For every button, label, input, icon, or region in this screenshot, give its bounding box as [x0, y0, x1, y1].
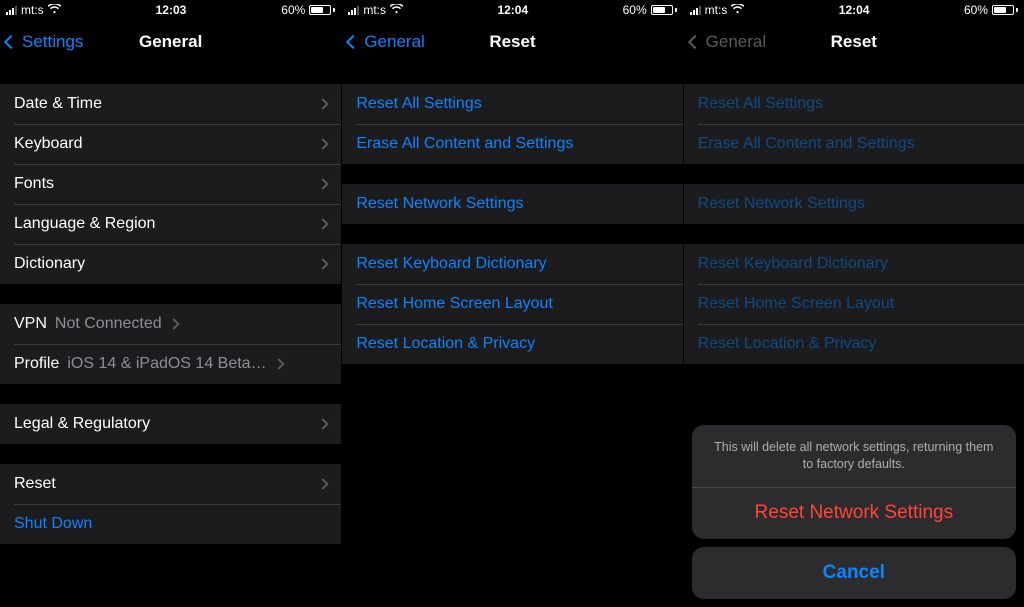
carrier-label: mt:s [705, 3, 728, 17]
chevron-right-icon [318, 478, 329, 489]
row-legal-regulatory[interactable]: Legal & Regulatory [0, 404, 341, 444]
battery-pct-label: 60% [281, 3, 305, 17]
group-general-1: Date & Time Keyboard Fonts Language & Re… [0, 84, 341, 284]
battery-pct-label: 60% [964, 3, 988, 17]
carrier-label: mt:s [21, 3, 44, 17]
group-reset-1: Reset All Settings Erase All Content and… [684, 84, 1024, 164]
vpn-value: Not Connected [55, 315, 162, 333]
chevron-right-icon [274, 358, 285, 369]
back-label: General [364, 32, 424, 52]
chevron-right-icon [318, 178, 329, 189]
row-date-time[interactable]: Date & Time [0, 84, 341, 124]
row-reset-location-privacy[interactable]: Reset Location & Privacy [342, 324, 682, 364]
row-reset-all-settings: Reset All Settings [684, 84, 1024, 124]
battery-icon [651, 5, 677, 15]
row-fonts[interactable]: Fonts [0, 164, 341, 204]
profile-value: iOS 14 & iPadOS 14 Beta Softwar... [67, 355, 267, 373]
row-reset-network[interactable]: Reset Network Settings [342, 184, 682, 224]
row-profile[interactable]: Profile iOS 14 & iPadOS 14 Beta Softwar.… [0, 344, 341, 384]
row-vpn[interactable]: VPN Not Connected [0, 304, 341, 344]
content: Reset All Settings Erase All Content and… [342, 64, 682, 607]
carrier-label: mt:s [363, 3, 386, 17]
chevron-left-icon [4, 35, 18, 49]
row-reset-keyboard-dictionary: Reset Keyboard Dictionary [684, 244, 1024, 284]
page-title: Reset [489, 32, 535, 52]
chevron-left-icon [346, 35, 360, 49]
row-erase-all-content: Erase All Content and Settings [684, 124, 1024, 164]
clock-label: 12:04 [497, 3, 528, 17]
signal-bars-icon [6, 5, 17, 15]
wifi-icon [48, 4, 61, 17]
nav-bar: General Reset [342, 20, 682, 64]
status-bar: mt:s 12:03 60% [0, 0, 341, 20]
back-label: General [706, 32, 766, 52]
row-reset-all-settings[interactable]: Reset All Settings [342, 84, 682, 124]
back-button[interactable]: Settings [6, 20, 83, 64]
nav-bar: Settings General [0, 20, 341, 64]
reset-network-confirm-button[interactable]: Reset Network Settings [692, 487, 1016, 539]
clock-label: 12:03 [156, 3, 187, 17]
content: Date & Time Keyboard Fonts Language & Re… [0, 64, 341, 607]
group-general-3: Legal & Regulatory [0, 404, 341, 444]
group-reset-3: Reset Keyboard Dictionary Reset Home Scr… [342, 244, 682, 364]
back-label: Settings [22, 32, 83, 52]
row-reset[interactable]: Reset [0, 464, 341, 504]
battery-icon [992, 5, 1018, 15]
row-reset-location-privacy: Reset Location & Privacy [684, 324, 1024, 364]
signal-bars-icon [690, 5, 701, 15]
page-title: General [139, 32, 202, 52]
screen-reset: mt:s 12:04 60% General Reset Reset All S… [341, 0, 682, 607]
row-reset-home-layout[interactable]: Reset Home Screen Layout [342, 284, 682, 324]
cancel-button[interactable]: Cancel [692, 547, 1016, 599]
row-shutdown[interactable]: Shut Down [0, 504, 341, 544]
chevron-right-icon [318, 418, 329, 429]
status-bar: mt:s 12:04 60% [684, 0, 1024, 20]
group-reset-3: Reset Keyboard Dictionary Reset Home Scr… [684, 244, 1024, 364]
group-general-4: Reset Shut Down [0, 464, 341, 544]
back-button: General [690, 20, 766, 64]
chevron-right-icon [318, 258, 329, 269]
wifi-icon [390, 4, 403, 17]
clock-label: 12:04 [839, 3, 870, 17]
status-bar: mt:s 12:04 60% [342, 0, 682, 20]
page-title: Reset [831, 32, 877, 52]
action-sheet-card: This will delete all network settings, r… [692, 425, 1016, 539]
row-erase-all-content[interactable]: Erase All Content and Settings [342, 124, 682, 164]
signal-bars-icon [348, 5, 359, 15]
action-sheet: This will delete all network settings, r… [692, 425, 1016, 599]
group-reset-2: Reset Network Settings [684, 184, 1024, 224]
nav-bar: General Reset [684, 20, 1024, 64]
row-keyboard[interactable]: Keyboard [0, 124, 341, 164]
row-reset-keyboard-dictionary[interactable]: Reset Keyboard Dictionary [342, 244, 682, 284]
group-reset-2: Reset Network Settings [342, 184, 682, 224]
battery-pct-label: 60% [623, 3, 647, 17]
screen-general: mt:s 12:03 60% Settings General Date & T… [0, 0, 341, 607]
wifi-icon [731, 4, 744, 17]
battery-icon [309, 5, 335, 15]
row-dictionary[interactable]: Dictionary [0, 244, 341, 284]
screen-reset-confirm: mt:s 12:04 60% General Reset Reset All S… [683, 0, 1024, 607]
chevron-right-icon [318, 138, 329, 149]
row-reset-home-layout: Reset Home Screen Layout [684, 284, 1024, 324]
chevron-right-icon [318, 218, 329, 229]
group-reset-1: Reset All Settings Erase All Content and… [342, 84, 682, 164]
back-button[interactable]: General [348, 20, 424, 64]
chevron-right-icon [318, 98, 329, 109]
chevron-right-icon [168, 318, 179, 329]
row-reset-network: Reset Network Settings [684, 184, 1024, 224]
chevron-left-icon [688, 35, 702, 49]
action-sheet-message: This will delete all network settings, r… [692, 425, 1016, 487]
group-general-2: VPN Not Connected Profile iOS 14 & iPadO… [0, 304, 341, 384]
row-language-region[interactable]: Language & Region [0, 204, 341, 244]
